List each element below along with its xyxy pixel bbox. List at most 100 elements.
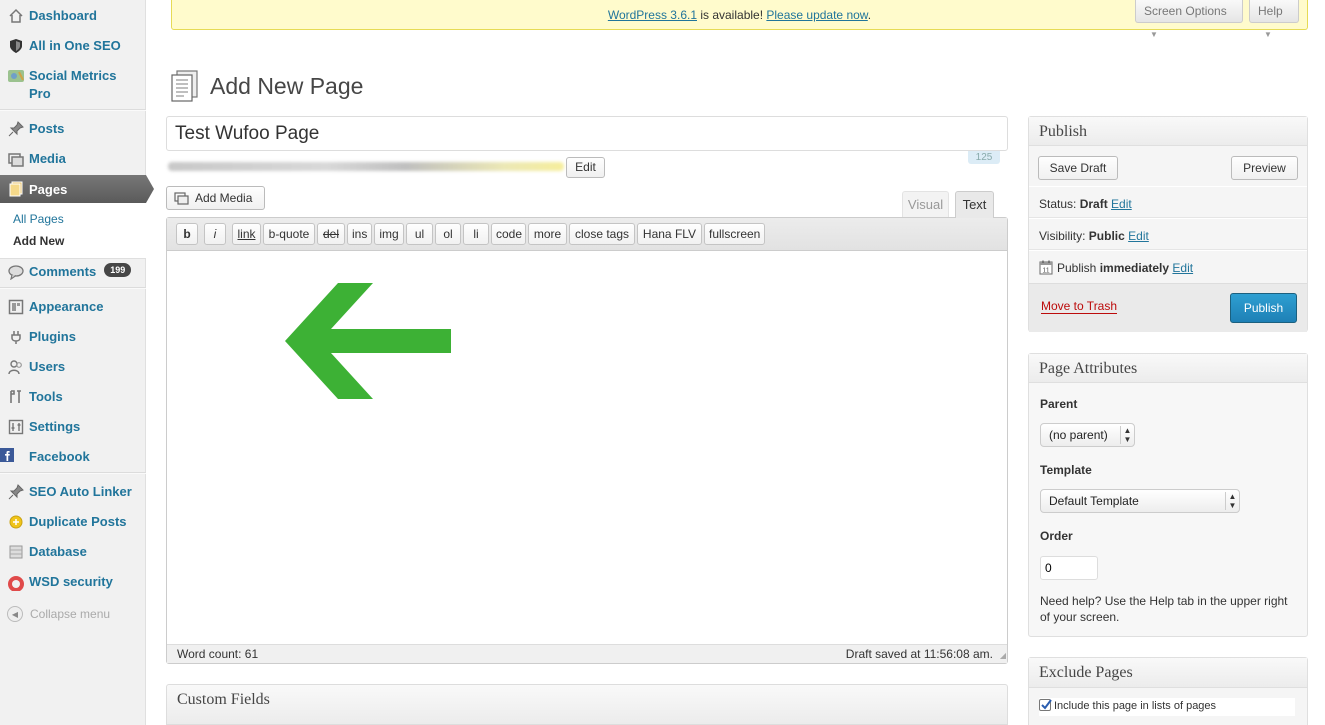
content-textarea[interactable] xyxy=(167,251,1007,644)
sidebar-item-users[interactable]: Users xyxy=(0,358,146,376)
sidebar-item-duplicate-posts[interactable]: Duplicate Posts xyxy=(0,513,146,531)
quicktag-ol-button[interactable]: ol xyxy=(435,223,461,245)
sidebar-item-label: Media xyxy=(29,151,66,166)
svg-text:11: 11 xyxy=(1042,268,1049,275)
permalink-edit-button[interactable]: Edit xyxy=(566,157,605,178)
parent-select[interactable]: (no parent) ▲ ▼ xyxy=(1040,423,1135,447)
add-media-button[interactable]: Add Media xyxy=(166,186,265,210)
duplicate-icon xyxy=(7,513,25,531)
left-arrow-icon xyxy=(285,283,451,399)
collapse-menu-button[interactable]: ◀ Collapse menu xyxy=(7,606,110,622)
save-draft-button[interactable]: Save Draft xyxy=(1038,156,1118,180)
quicktag-code-button[interactable]: code xyxy=(491,223,526,245)
page-document-icon xyxy=(169,70,199,102)
resize-handle-icon[interactable]: ◢ xyxy=(1000,651,1006,661)
help-button[interactable]: Help ▼ xyxy=(1249,0,1299,39)
editor-status-bar: Word count: 61 Draft saved at 11:56:08 a… xyxy=(167,644,1007,663)
checkmark-icon xyxy=(1041,699,1052,710)
order-input[interactable] xyxy=(1040,556,1098,580)
publish-button[interactable]: Publish xyxy=(1230,293,1297,323)
exclude-pages-title: Exclude Pages xyxy=(1039,664,1133,681)
shield-icon xyxy=(7,37,25,55)
visibility-label: Visibility: xyxy=(1039,229,1089,243)
collapse-arrow-icon: ◀ xyxy=(7,606,23,622)
include-page-checkbox[interactable] xyxy=(1039,699,1052,711)
sidebar-item-seo-auto-linker[interactable]: SEO Auto Linker xyxy=(0,483,146,501)
pushpin-icon xyxy=(7,483,25,501)
publish-box: Publish Save Draft Preview Status: Draft… xyxy=(1028,116,1308,332)
wordpress-version-link[interactable]: WordPress 3.6.1 xyxy=(608,8,697,22)
status-edit-link[interactable]: Edit xyxy=(1111,197,1132,211)
publish-box-header[interactable]: Publish xyxy=(1029,117,1307,146)
sidebar-item-dashboard[interactable]: Dashboard xyxy=(0,7,146,25)
select-arrows-icon: ▲ ▼ xyxy=(1120,426,1134,444)
page-attributes-header[interactable]: Page Attributes xyxy=(1029,354,1307,383)
sidebar-item-wsd-security[interactable]: WSD security xyxy=(0,573,146,591)
quicktag-ul-button[interactable]: ul xyxy=(406,223,433,245)
quicktag-del-button[interactable]: del xyxy=(317,223,345,245)
publish-schedule-edit-link[interactable]: Edit xyxy=(1172,261,1193,275)
submenu-all-pages[interactable]: All Pages xyxy=(13,212,64,226)
sidebar-item-all-in-one-seo[interactable]: All in One SEO xyxy=(0,37,146,55)
sidebar-item-label: Dashboard xyxy=(29,8,97,23)
quicktag-close-tags-button[interactable]: close tags xyxy=(569,223,635,245)
quicktag-ins-button[interactable]: ins xyxy=(347,223,372,245)
sidebar-item-label: Social Metrics Pro xyxy=(29,68,117,101)
quicktag-fullscreen-button[interactable]: fullscreen xyxy=(704,223,765,245)
sidebar-item-pages[interactable]: Pages xyxy=(0,175,154,203)
publish-schedule-row: 11 Publish immediately Edit xyxy=(1029,250,1307,282)
sidebar-item-label: All in One SEO xyxy=(29,38,121,53)
sidebar-item-label: Appearance xyxy=(29,299,104,314)
pages-submenu: All Pages Add New xyxy=(0,203,146,259)
add-media-label: Add Media xyxy=(195,191,253,205)
tools-icon xyxy=(7,388,25,406)
sidebar-item-appearance[interactable]: Appearance xyxy=(0,298,146,316)
template-select-value: Default Template xyxy=(1049,494,1139,508)
sidebar-item-tools[interactable]: Tools xyxy=(0,388,146,406)
template-select[interactable]: Default Template ▲ ▼ xyxy=(1040,489,1240,513)
sidebar-item-social-metrics[interactable]: Social Metrics Pro xyxy=(0,67,146,103)
sidebar-item-posts[interactable]: Posts xyxy=(0,120,146,138)
tab-text[interactable]: Text xyxy=(955,191,994,218)
screen-options-button[interactable]: Screen Options ▼ xyxy=(1135,0,1243,39)
custom-fields-title: Custom Fields xyxy=(177,691,270,708)
sidebar-item-label: Duplicate Posts xyxy=(29,514,127,529)
sidebar-item-label: Facebook xyxy=(29,449,90,464)
sidebar-item-facebook[interactable]: Facebook xyxy=(0,448,146,466)
status-row: Status: Draft Edit xyxy=(1029,186,1307,218)
post-title-input[interactable] xyxy=(166,116,1008,151)
triangle-down-icon: ▼ xyxy=(1264,30,1272,39)
quicktag-bold-button[interactable]: b xyxy=(176,223,198,245)
sidebar-item-database[interactable]: Database xyxy=(0,543,146,561)
tab-visual[interactable]: Visual xyxy=(902,191,949,217)
visibility-edit-link[interactable]: Edit xyxy=(1128,229,1149,243)
quicktag-more-button[interactable]: more xyxy=(528,223,567,245)
preview-button[interactable]: Preview xyxy=(1231,156,1298,180)
globe-icon xyxy=(7,67,25,85)
quicktag-img-button[interactable]: img xyxy=(374,223,404,245)
publish-schedule-value: immediately xyxy=(1099,261,1170,275)
sidebar-item-comments[interactable]: Comments 199 xyxy=(0,263,146,281)
exclude-pages-header[interactable]: Exclude Pages xyxy=(1029,658,1307,688)
comment-bubble-icon xyxy=(7,263,25,281)
quicktag-hana-flv-button[interactable]: Hana FLV xyxy=(637,223,702,245)
sidebar-item-plugins[interactable]: Plugins xyxy=(0,328,146,346)
users-icon xyxy=(7,358,25,376)
sidebar-item-label: Settings xyxy=(29,419,81,434)
quicktag-italic-button[interactable]: i xyxy=(204,223,226,245)
sidebar-item-media[interactable]: Media xyxy=(0,150,146,168)
update-now-link[interactable]: Please update now xyxy=(766,8,867,22)
quicktag-link-button[interactable]: link xyxy=(232,223,261,245)
quicktag-bquote-button[interactable]: b-quote xyxy=(263,223,315,245)
security-icon xyxy=(7,573,25,591)
custom-fields-box[interactable]: Custom Fields xyxy=(166,684,1008,725)
parent-select-value: (no parent) xyxy=(1049,428,1108,442)
visibility-row: Visibility: Public Edit xyxy=(1029,218,1307,250)
submenu-add-new[interactable]: Add New xyxy=(13,234,64,248)
notice-end: . xyxy=(867,8,872,22)
sidebar-item-label: SEO Auto Linker xyxy=(29,484,132,499)
move-to-trash-link[interactable]: Move to Trash xyxy=(1041,299,1118,314)
quicktag-li-button[interactable]: li xyxy=(463,223,489,245)
publish-actions: Move to Trash Publish xyxy=(1029,283,1307,332)
sidebar-item-settings[interactable]: Settings xyxy=(0,418,146,436)
